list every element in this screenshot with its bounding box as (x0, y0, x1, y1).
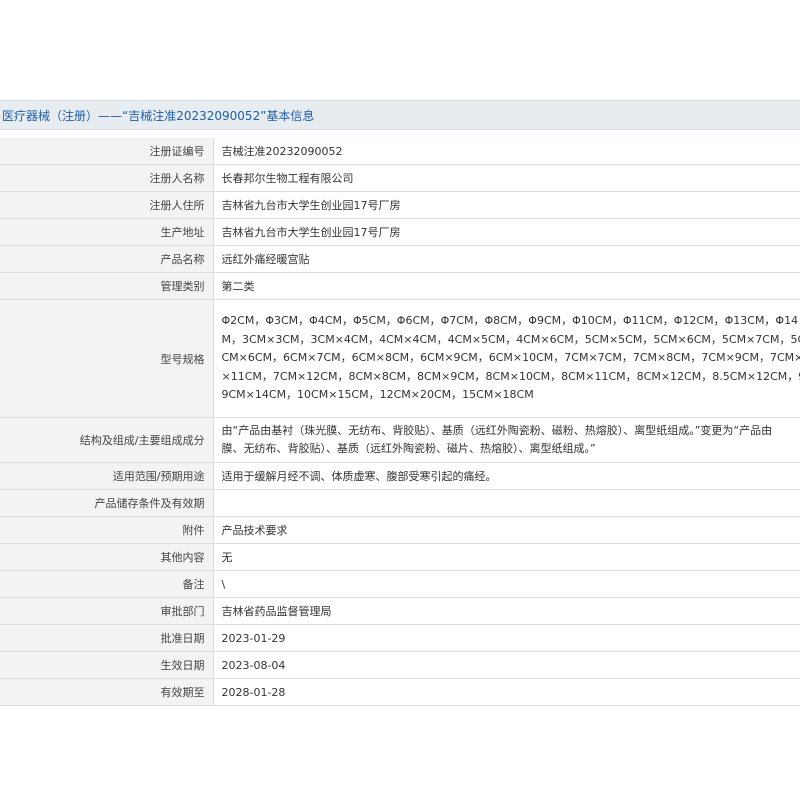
row-label: 型号规格 (0, 299, 214, 418)
row-value (213, 489, 800, 517)
row-value: 远红外痛经暖宫贴 (213, 245, 800, 273)
row-label: 生效日期 (0, 651, 214, 679)
model-spec-line: 9CM×14CM，10CM×15CM，12CM×20CM，15CM×18CM (221, 388, 534, 402)
row-label: 批准日期 (0, 624, 214, 652)
model-spec-line: ×11CM，7CM×12CM，8CM×8CM，8CM×9CM，8CM×10CM，… (221, 369, 800, 383)
table-row: 其他内容 无 (0, 543, 800, 571)
row-value: 2028-01-28 (213, 678, 800, 706)
row-value: 第二类 (213, 272, 800, 300)
page: 医疗器械（注册）——“吉械注准20232090052”基本信息 注册证编号 吉械… (0, 0, 800, 800)
model-spec-line: Φ2CM，Φ3CM，Φ4CM，Φ5CM，Φ6CM，Φ7CM，Φ8CM，Φ9CM，… (221, 314, 799, 328)
table-row: 批准日期 2023-01-29 (0, 624, 800, 652)
row-label: 产品名称 (0, 245, 214, 273)
row-value: 2023-01-29 (213, 624, 800, 652)
model-spec-line: CM×6CM，6CM×7CM，6CM×8CM，6CM×9CM，6CM×10CM，… (221, 351, 800, 365)
row-value: 吉林省九台市大学生创业园17号厂房 (213, 191, 800, 219)
row-value: 产品技术要求 (213, 516, 800, 544)
row-label: 结构及组成/主要组成成分 (0, 417, 214, 463)
table-row: 审批部门 吉林省药品监督管理局 (0, 597, 800, 625)
page-title: 医疗器械（注册）——“吉械注准20232090052”基本信息 (0, 100, 800, 130)
table-row: 注册证编号 吉械注准20232090052 (0, 138, 800, 165)
row-label: 其他内容 (0, 543, 214, 571)
row-value: \ (213, 570, 800, 598)
table-row: 产品储存条件及有效期 (0, 489, 800, 517)
row-label: 生产地址 (0, 218, 214, 246)
table-row: 管理类别 第二类 (0, 272, 800, 300)
row-label: 注册人名称 (0, 164, 214, 192)
table-row: 注册人名称 长春邦尔生物工程有限公司 (0, 164, 800, 192)
row-label: 管理类别 (0, 272, 214, 300)
structure-value: 由“产品由基衬（珠光膜、无纺布、背胶贴）、基质（远红外陶瓷粉、磁粉、热熔胶）、离… (213, 417, 800, 463)
table-row-structure: 结构及组成/主要组成成分 由“产品由基衬（珠光膜、无纺布、背胶贴）、基质（远红外… (0, 417, 800, 463)
table-row: 产品名称 远红外痛经暖宫贴 (0, 245, 800, 273)
structure-line: 膜、无纺布、背胶贴）、基质（远红外陶瓷粉、磁片、热熔胶）、离型纸组成。” (221, 442, 596, 455)
row-label: 有效期至 (0, 678, 214, 706)
table-row: 附件 产品技术要求 (0, 516, 800, 544)
row-label: 注册证编号 (0, 138, 214, 165)
model-spec-value: Φ2CM，Φ3CM，Φ4CM，Φ5CM，Φ6CM，Φ7CM，Φ8CM，Φ9CM，… (213, 299, 800, 418)
row-value: 无 (213, 543, 800, 571)
table-row: 生效日期 2023-08-04 (0, 651, 800, 679)
row-label: 附件 (0, 516, 214, 544)
row-label: 备注 (0, 570, 214, 598)
row-value: 长春邦尔生物工程有限公司 (213, 164, 800, 192)
model-spec-line: M，3CM×3CM，3CM×4CM，4CM×4CM，4CM×5CM，4CM×6C… (221, 332, 800, 346)
row-value: 吉械注准20232090052 (213, 138, 800, 165)
table-row: 注册人住所 吉林省九台市大学生创业园17号厂房 (0, 191, 800, 219)
table-row: 适用范围/预期用途 适用于缓解月经不调、体质虚寒、腹部受寒引起的痛经。 (0, 462, 800, 490)
row-value: 适用于缓解月经不调、体质虚寒、腹部受寒引起的痛经。 (213, 462, 800, 490)
structure-line: 由“产品由基衬（珠光膜、无纺布、背胶贴）、基质（远红外陶瓷粉、磁粉、热熔胶）、离… (221, 423, 773, 437)
row-label: 注册人住所 (0, 191, 214, 219)
table-row: 备注 \ (0, 570, 800, 598)
row-label: 适用范围/预期用途 (0, 462, 214, 490)
table-row: 生产地址 吉林省九台市大学生创业园17号厂房 (0, 218, 800, 246)
row-label: 产品储存条件及有效期 (0, 489, 214, 517)
row-value: 2023-08-04 (213, 651, 800, 679)
row-label: 审批部门 (0, 597, 214, 625)
row-value: 吉林省九台市大学生创业园17号厂房 (213, 218, 800, 246)
row-value: 吉林省药品监督管理局 (213, 597, 800, 625)
table-row: 有效期至 2028-01-28 (0, 678, 800, 706)
table-row-model: 型号规格 Φ2CM，Φ3CM，Φ4CM，Φ5CM，Φ6CM，Φ7CM，Φ8CM，… (0, 299, 800, 418)
info-table: 注册证编号 吉械注准20232090052 注册人名称 长春邦尔生物工程有限公司… (0, 138, 800, 706)
